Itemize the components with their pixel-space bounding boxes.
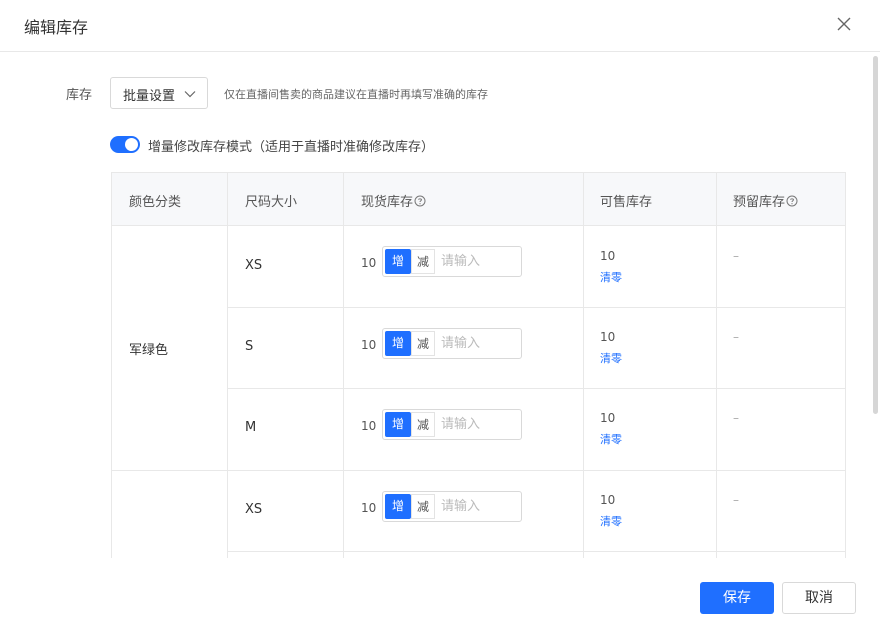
size-cell: XS bbox=[245, 502, 263, 517]
cancel-button[interactable]: 取消 bbox=[782, 582, 856, 614]
col-divider bbox=[716, 173, 717, 558]
available-value: 10 bbox=[600, 330, 616, 344]
close-icon[interactable] bbox=[834, 14, 854, 34]
dialog-body: 库存 批量设置 仅在直播间售卖的商品建议在直播时再填写准确的库存 增量修改库存模… bbox=[0, 53, 880, 558]
chevron-down-icon bbox=[184, 91, 196, 98]
reserved-value: – bbox=[733, 330, 739, 344]
stock-change-input[interactable] bbox=[439, 411, 523, 438]
increase-button[interactable]: 增 bbox=[385, 412, 411, 437]
header-color: 颜色分类 bbox=[129, 195, 182, 210]
decrease-button[interactable]: 减 bbox=[411, 331, 435, 356]
row-divider bbox=[227, 388, 845, 389]
stock-change-input[interactable] bbox=[439, 493, 523, 520]
clear-link[interactable]: 清零 bbox=[600, 269, 622, 285]
header-reserved-label: 预留库存 bbox=[733, 195, 786, 210]
header-size: 尺码大小 bbox=[245, 195, 298, 210]
header-available: 可售库存 bbox=[600, 195, 653, 210]
table-header: 颜色分类 尺码大小 现货库存 可售库存 预留库存 bbox=[112, 173, 845, 226]
header-stock: 现货库存 bbox=[361, 191, 426, 210]
help-circle-icon[interactable] bbox=[786, 195, 798, 207]
increase-button[interactable]: 增 bbox=[385, 249, 411, 274]
stock-value: 10 bbox=[361, 501, 377, 515]
reserved-value: – bbox=[733, 411, 739, 425]
decrease-button[interactable]: 减 bbox=[411, 494, 435, 519]
decrease-button[interactable]: 减 bbox=[411, 249, 435, 274]
size-cell: S bbox=[245, 339, 254, 354]
stock-value: 10 bbox=[361, 338, 377, 352]
stock-stepper: 增 减 bbox=[382, 246, 523, 277]
reserved-value: – bbox=[733, 249, 739, 263]
dialog-title: 编辑库存 bbox=[24, 18, 89, 37]
color-cell: 军绿色 bbox=[129, 343, 169, 358]
stock-stepper: 增 减 bbox=[382, 409, 523, 440]
stock-value: 10 bbox=[361, 256, 377, 270]
size-cell: XS bbox=[245, 258, 263, 273]
available-value: 10 bbox=[600, 493, 616, 507]
help-circle-icon[interactable] bbox=[414, 195, 426, 207]
clear-link[interactable]: 清零 bbox=[600, 513, 622, 529]
header-stock-label: 现货库存 bbox=[361, 195, 414, 210]
col-divider bbox=[227, 173, 228, 558]
stock-value: 10 bbox=[361, 419, 377, 433]
batch-setting-select[interactable]: 批量设置 bbox=[110, 77, 208, 109]
edit-stock-dialog: 编辑库存 库存 批量设置 仅在直播间售卖的商品建议在直播时再填写准确的库存 增量… bbox=[0, 0, 880, 638]
col-divider bbox=[343, 173, 344, 558]
incremental-mode-toggle[interactable] bbox=[110, 136, 140, 153]
stock-change-input[interactable] bbox=[439, 330, 523, 357]
save-button[interactable]: 保存 bbox=[700, 582, 774, 614]
available-value: 10 bbox=[600, 411, 616, 425]
stock-stepper: 增 减 bbox=[382, 328, 523, 359]
stock-table: 颜色分类 尺码大小 现货库存 可售库存 预留库存 军绿色 XS 10 增 减 请… bbox=[111, 172, 846, 558]
clear-link[interactable]: 清零 bbox=[600, 350, 622, 366]
scrollbar-thumb[interactable] bbox=[873, 56, 878, 414]
stock-stepper: 增 减 bbox=[382, 491, 523, 522]
decrease-button[interactable]: 减 bbox=[411, 412, 435, 437]
size-cell: M bbox=[245, 420, 257, 435]
stock-label: 库存 bbox=[66, 88, 93, 103]
toggle-knob bbox=[125, 138, 138, 151]
dialog-footer: 保存 取消 bbox=[0, 558, 880, 638]
clear-link[interactable]: 清零 bbox=[600, 431, 622, 447]
stock-hint: 仅在直播间售卖的商品建议在直播时再填写准确的库存 bbox=[224, 88, 488, 101]
incremental-mode-label: 增量修改库存模式（适用于直播时准确修改库存） bbox=[148, 140, 435, 155]
increase-button[interactable]: 增 bbox=[385, 331, 411, 356]
header-reserved: 预留库存 bbox=[733, 191, 798, 210]
row-divider bbox=[227, 307, 845, 308]
increase-button[interactable]: 增 bbox=[385, 494, 411, 519]
reserved-value: – bbox=[733, 493, 739, 507]
available-value: 10 bbox=[600, 249, 616, 263]
stock-change-input[interactable] bbox=[439, 248, 523, 275]
row-divider bbox=[227, 551, 845, 552]
dialog-header: 编辑库存 bbox=[0, 0, 880, 52]
row-divider bbox=[112, 470, 845, 471]
batch-setting-value: 批量设置 bbox=[123, 89, 176, 104]
col-divider bbox=[583, 173, 584, 558]
